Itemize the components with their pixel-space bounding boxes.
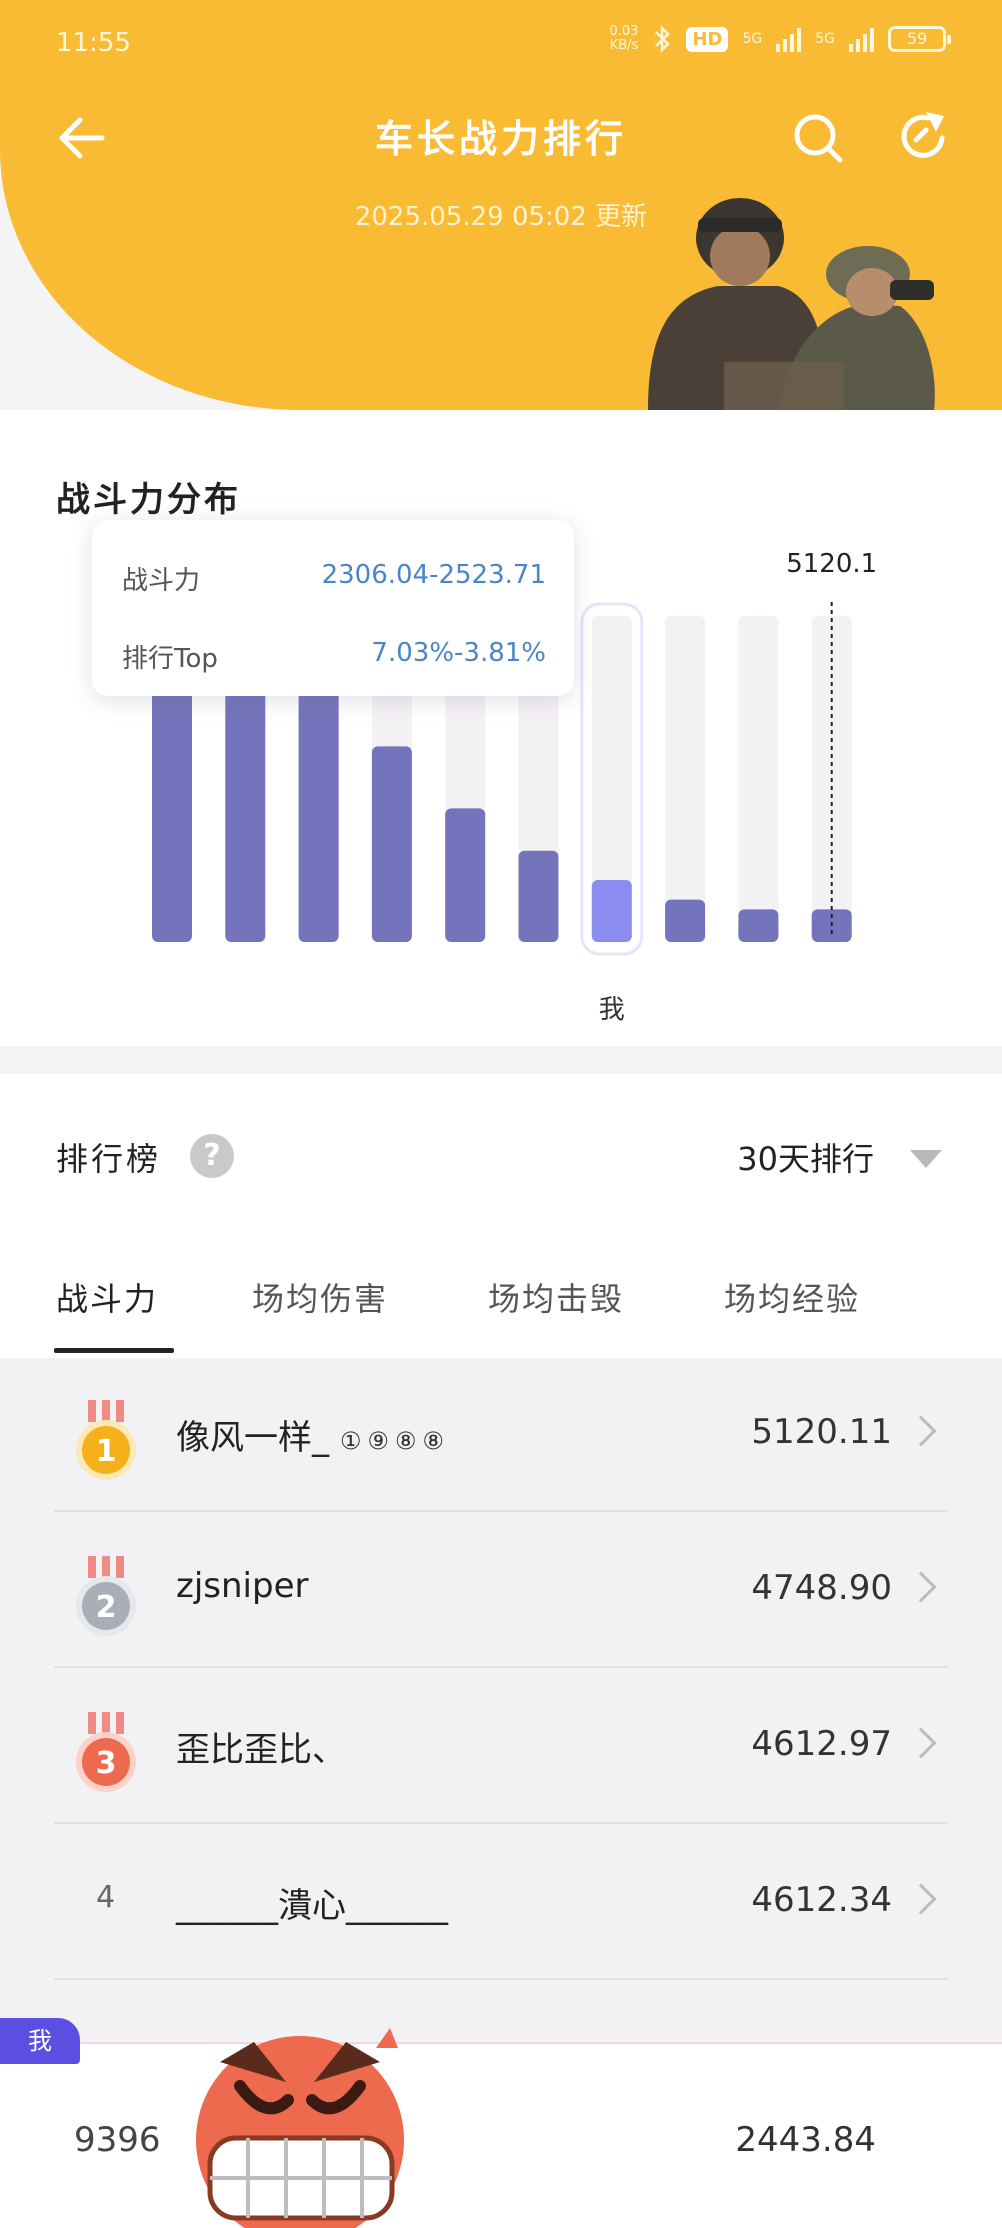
- chevron-right-icon: [905, 1415, 937, 1447]
- dropdown-triangle-icon[interactable]: [910, 1150, 942, 1168]
- status-time: 11:55: [56, 28, 131, 58]
- gold-medal-icon: 1: [76, 1400, 136, 1480]
- my-rank-number: 9396: [74, 2120, 161, 2160]
- tooltip-rank-value: 7.03%-3.81%: [371, 638, 546, 668]
- tooltip-power-row: 战斗力 2306.04-2523.71: [122, 560, 546, 600]
- player-name: 像风一样_ ①⑨⑧⑧: [176, 1418, 450, 1458]
- chart-bar: [665, 899, 706, 942]
- network-label-1: 5G: [742, 31, 763, 47]
- max-value-label: 5120.1: [786, 549, 877, 579]
- silver-medal-icon: 2: [76, 1556, 136, 1636]
- player-name: ______潰心______: [176, 1886, 448, 1926]
- chart-bar: [445, 808, 486, 942]
- list-item[interactable]: 2 zjsniper 4748.90: [54, 1514, 948, 1668]
- chart-bar: [371, 746, 412, 942]
- distribution-card: 战斗力分布 我 5120.1 战斗力 2306.04-2523.71 排行Top …: [0, 410, 1002, 1046]
- bronze-medal-icon: 3: [76, 1712, 136, 1792]
- chart-bar: [738, 909, 779, 942]
- network-label-2: 5G: [815, 31, 835, 47]
- bar-track: [665, 616, 706, 942]
- tab-avg-exp[interactable]: 场均经验: [724, 1274, 860, 1320]
- svg-text:3: 3: [96, 1746, 117, 1781]
- player-score: 4612.34: [751, 1880, 892, 1920]
- period-select[interactable]: 30天排行: [737, 1134, 874, 1180]
- my-score: 2443.84: [735, 2120, 876, 2160]
- bar-track: [738, 616, 779, 942]
- tab-power[interactable]: 战斗力: [56, 1274, 158, 1320]
- refresh-icon[interactable]: [896, 108, 952, 164]
- tooltip-power-label: 战斗力: [122, 566, 201, 596]
- page-title: 车长战力排行: [374, 117, 627, 161]
- my-rank-bar[interactable]: 9396 2443.84: [0, 2042, 1002, 2228]
- tooltip-rank-label: 排行Top: [122, 644, 218, 674]
- tank-commanders-illustration: [648, 198, 935, 410]
- search-icon[interactable]: [790, 110, 846, 166]
- help-icon[interactable]: ?: [190, 1134, 234, 1178]
- player-name: 歪比歪比、: [176, 1730, 346, 1770]
- chevron-right-icon: [905, 1571, 937, 1603]
- player-score: 4748.90: [751, 1568, 892, 1608]
- chart-bar: [591, 880, 632, 942]
- chevron-right-icon: [905, 1727, 937, 1759]
- list-item[interactable]: 4 ______潰心______ 4612.34: [54, 1826, 948, 1980]
- ranking-title: 排行榜: [56, 1140, 162, 1178]
- me-marker-label: 我: [599, 995, 625, 1025]
- chevron-right-icon: [905, 1883, 937, 1915]
- tooltip-power-value: 2306.04-2523.71: [321, 560, 546, 590]
- tab-avg-damage[interactable]: 场均伤害: [252, 1274, 388, 1320]
- me-tag: 我: [0, 2018, 80, 2064]
- tab-avg-kills[interactable]: 场均击毁: [488, 1274, 624, 1320]
- bluetooth-icon: [655, 24, 671, 54]
- distribution-chart: 我 5120.1: [152, 549, 877, 1025]
- player-score: 5120.11: [751, 1412, 892, 1452]
- ranking-tabs: 战斗力 场均伤害 场均击毁 场均经验: [0, 1250, 1002, 1358]
- chart-bar: [518, 850, 559, 942]
- player-name: zjsniper: [176, 1566, 309, 1606]
- signal-icon: [776, 26, 802, 52]
- signal-icon: [849, 26, 874, 52]
- player-score: 4612.97: [751, 1724, 892, 1764]
- svg-text:1: 1: [96, 1434, 117, 1469]
- tooltip-rank-row: 排行Top 7.03%-3.81%: [122, 638, 546, 678]
- net-speed: 0.03 KB/s: [609, 24, 639, 53]
- battery-icon: 59: [888, 26, 951, 52]
- header: 11:55 0.03 KB/s HD 5G 5G 59 车长战力排行 2025.…: [0, 0, 1002, 410]
- angry-grin-emoji-icon: [196, 2028, 404, 2228]
- ranking-list: 1 像风一样_ ①⑨⑧⑧ 5120.11 2 zjsniper 4748.90 …: [0, 1358, 1002, 2038]
- svg-text:2: 2: [96, 1590, 117, 1625]
- chart-tooltip: 战斗力 2306.04-2523.71 排行Top 7.03%-3.81%: [92, 520, 574, 696]
- status-bar: 11:55 0.03 KB/s HD 5G 5G 59: [56, 24, 951, 64]
- list-item[interactable]: 3 歪比歪比、 4612.97: [54, 1670, 948, 1824]
- rank-number: 4: [96, 1880, 116, 1915]
- ranking-header: 排行榜 ? 30天排行 战斗力 场均伤害 场均击毁 场均经验: [0, 1074, 1002, 1358]
- active-tab-indicator: [54, 1348, 174, 1353]
- hd-badge: HD: [686, 26, 729, 52]
- status-icons: 0.03 KB/s HD 5G 5G 59: [609, 24, 951, 54]
- list-item[interactable]: 1 像风一样_ ①⑨⑧⑧ 5120.11: [54, 1358, 948, 1512]
